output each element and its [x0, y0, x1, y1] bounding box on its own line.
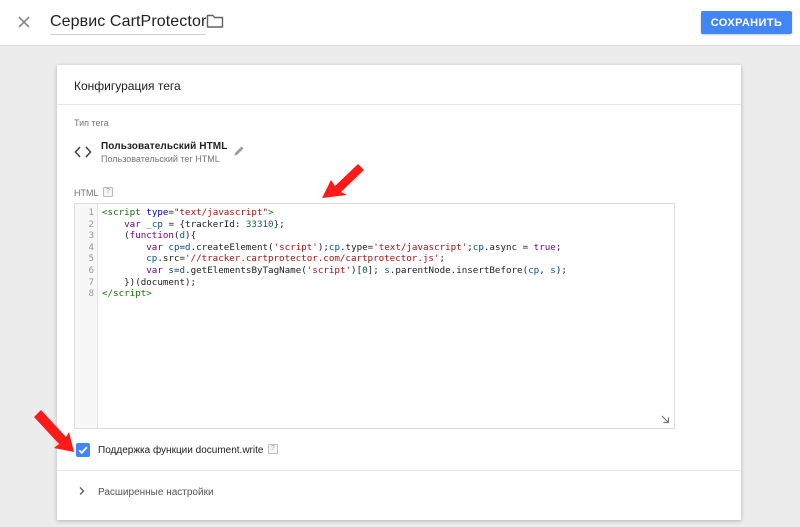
line-number: 4 [88, 241, 94, 253]
tag-type-label: Тип тега [74, 118, 109, 128]
help-icon[interactable]: ? [268, 444, 278, 454]
line-number: 7 [88, 276, 94, 288]
code-line: var s=d.getElementsByTagName('script')[0… [146, 265, 567, 276]
tag-type-name: Пользовательский HTML [101, 141, 228, 152]
divider [57, 470, 741, 471]
chevron-right-icon[interactable] [78, 486, 86, 496]
code-brackets-icon [74, 146, 92, 158]
pencil-icon[interactable] [233, 145, 245, 157]
tag-type-description: Пользовательский тег HTML [101, 154, 220, 164]
save-button[interactable]: СОХРАНИТЬ [701, 11, 792, 34]
divider [57, 104, 741, 105]
html-code-editor[interactable]: 1 2 3 4 5 6 7 8 <script type="text/javas… [74, 203, 675, 429]
line-number: 3 [88, 230, 94, 242]
code-line: })(document); [102, 276, 197, 288]
close-icon[interactable] [13, 11, 35, 33]
tag-name-field[interactable]: Сервис CartProtector [50, 13, 207, 35]
advanced-settings-toggle[interactable]: Расширенные настройки [98, 487, 214, 498]
top-bar: Сервис CartProtector СОХРАНИТЬ [0, 0, 800, 46]
tag-configuration-card: Конфигурация тега Тип тега Пользовательс… [57, 65, 741, 520]
line-number: 2 [88, 218, 94, 230]
line-number: 6 [88, 265, 94, 276]
annotation-arrow-icon [322, 164, 364, 198]
line-number-gutter: 1 2 3 4 5 6 7 8 [75, 204, 98, 428]
folder-icon[interactable] [206, 13, 224, 29]
code-line: var cp=d.createElement('script');cp.type… [146, 241, 562, 253]
card-title: Конфигурация тега [74, 79, 181, 93]
checkmark-icon [78, 446, 88, 455]
help-icon[interactable]: ? [103, 187, 113, 197]
document-write-checkbox[interactable] [76, 443, 90, 457]
document-write-label: Поддержка функции document.write [98, 445, 264, 456]
code-line: cp.src='//tracker.cartprotector.com/cart… [146, 253, 446, 265]
annotation-arrow-icon [34, 410, 74, 452]
resize-handle-icon[interactable] [660, 414, 670, 424]
code-line: var _cp = {trackerId: 33310}; [124, 218, 285, 230]
code-line: <script type="text/javascript"> [102, 207, 274, 218]
line-number: 8 [88, 288, 94, 300]
line-number: 5 [88, 253, 94, 265]
code-line: (function(d){ [102, 230, 197, 242]
line-number: 1 [88, 207, 94, 218]
code-line: </script> [102, 288, 152, 300]
html-label: HTML [74, 188, 99, 198]
